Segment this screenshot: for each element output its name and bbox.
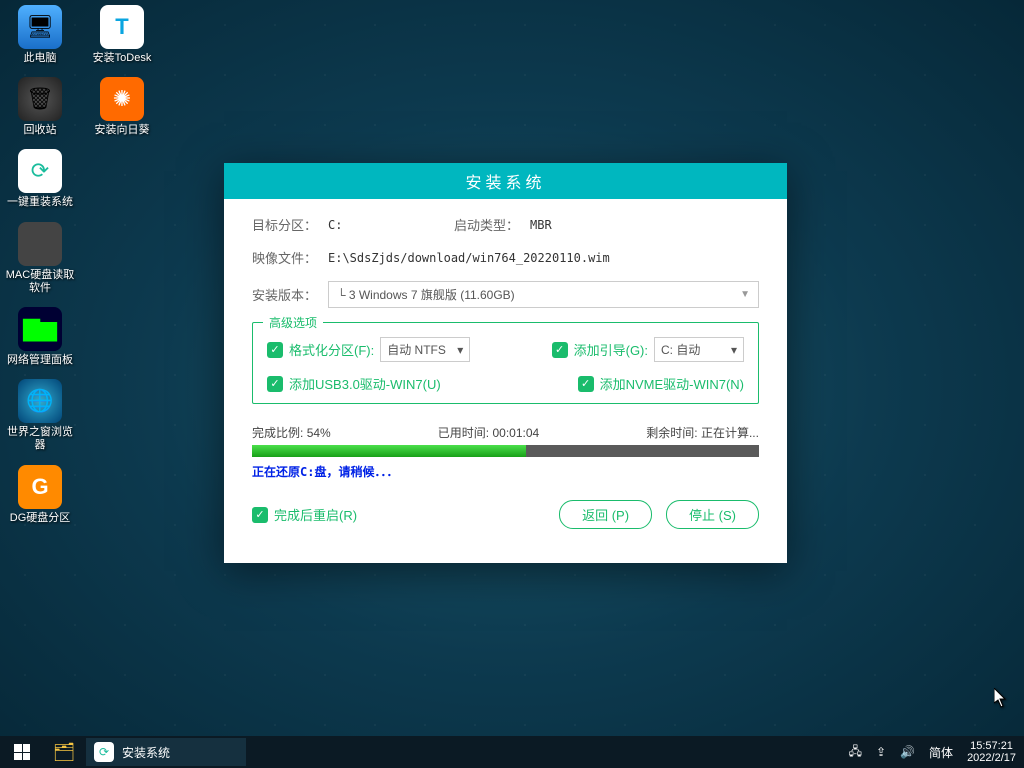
desktop-icon-mac-disk[interactable]: MAC硬盘读取软件 — [5, 222, 75, 295]
checkbox-format[interactable]: ✓ — [267, 342, 283, 358]
progress-fill — [252, 445, 526, 457]
done-cell: 完成比例: 54% — [252, 424, 331, 441]
desktop-icon-browser[interactable]: 🌐 世界之窗浏览器 — [5, 379, 75, 452]
checkbox-nvme[interactable]: ✓ — [578, 376, 594, 392]
clock-time: 15:57:21 — [967, 740, 1016, 752]
ime-indicator[interactable]: 简体 — [929, 744, 953, 761]
bootadd-value: C: 自动 — [661, 341, 700, 358]
row-image: 映像文件： E:\SdsZjds/download/win764_2022011… — [252, 248, 759, 267]
desktop: 🖥 此电脑 T 安装ToDesk 🗑 回收站 ✺ 安装向日葵 ⟳ 一键重装系统 MAC硬盘… — [0, 0, 1024, 736]
start-button[interactable] — [0, 736, 44, 768]
todesk-icon: T — [100, 5, 144, 49]
taskbar-explorer[interactable]: 🗂 — [44, 736, 84, 768]
bootadd-label: 添加引导(G): — [574, 340, 648, 359]
usb3-option: ✓ 添加USB3.0驱动-WIN7(U) — [267, 374, 441, 393]
chevron-down-icon: ▼ — [740, 289, 750, 300]
restart-label: 完成后重启(R) — [274, 505, 357, 524]
taskbar: 🗂 ⟳ 安装系统 🖧 ⇪ 🔊 简体 15:57:21 2022/2/17 — [0, 736, 1024, 768]
installer-body: 目标分区： C: 启动类型： MBR 映像文件： E:\SdsZjds/down… — [224, 199, 787, 541]
desktop-icon-todesk[interactable]: T 安装ToDesk — [87, 5, 157, 65]
value-target: C: — [328, 218, 448, 232]
format-label: 格式化分区(F): — [289, 340, 374, 359]
chevron-down-icon: ▾ — [457, 343, 463, 357]
desktop-icon-grid: 🖥 此电脑 T 安装ToDesk 🗑 回收站 ✺ 安装向日葵 ⟳ 一键重装系统 MAC硬盘… — [5, 5, 157, 525]
usb3-label: 添加USB3.0驱动-WIN7(U) — [289, 374, 441, 393]
bootadd-select[interactable]: C: 自动 ▾ — [654, 337, 744, 362]
globe-icon: 🌐 — [18, 379, 62, 423]
icon-label: 此电脑 — [24, 52, 57, 65]
adv-row-1: ✓ 格式化分区(F): 自动 NTFS ▾ ✓ 添加引导(G): C: 自动 ▾ — [267, 337, 744, 362]
row-version: 安装版本： └ 3 Windows 7 旗舰版 (11.60GB) ▼ — [252, 281, 759, 308]
icon-label: 网络管理面板 — [7, 354, 73, 367]
footer-buttons: 返回 (P) 停止 (S) — [559, 500, 759, 529]
checkbox-usb3[interactable]: ✓ — [267, 376, 283, 392]
chevron-down-icon: ▾ — [731, 343, 737, 357]
apple-icon — [18, 222, 62, 266]
installer-title: 安装系统 — [224, 163, 787, 199]
desktop-icon-this-pc[interactable]: 🖥 此电脑 — [5, 5, 75, 65]
status-row: 完成比例: 54% 已用时间: 00:01:04 剩余时间: 正在计算... — [252, 424, 759, 441]
icon-label: 回收站 — [24, 124, 57, 137]
usb-tray-icon[interactable]: ⇪ — [876, 745, 886, 759]
trash-icon: 🗑 — [18, 77, 62, 121]
network-tray-icon[interactable]: 🖧 — [849, 742, 862, 763]
icon-label: MAC硬盘读取软件 — [5, 269, 75, 295]
value-boot: MBR — [530, 218, 552, 232]
advanced-fieldset: 高级选项 ✓ 格式化分区(F): 自动 NTFS ▾ ✓ 添加引导(G): — [252, 322, 759, 404]
checkbox-restart[interactable]: ✓ — [252, 507, 268, 523]
status-message: 正在还原C:盘，请稍候．．． — [252, 463, 759, 480]
monitor-icon: 🖥 — [18, 5, 62, 49]
footer-row: ✓ 完成后重启(R) 返回 (P) 停止 (S) — [252, 500, 759, 529]
desktop-icon-network-panel[interactable]: ▇▆ 网络管理面板 — [5, 307, 75, 367]
icon-label: 安装ToDesk — [93, 52, 152, 65]
label-target: 目标分区： — [252, 215, 322, 234]
format-select[interactable]: 自动 NTFS ▾ — [380, 337, 470, 362]
sunflower-icon: ✺ — [100, 77, 144, 121]
network-icon: ▇▆ — [18, 307, 62, 351]
desktop-icon-dg[interactable]: G DG硬盘分区 — [5, 465, 75, 525]
checkbox-bootadd[interactable]: ✓ — [552, 342, 568, 358]
windows-icon — [14, 744, 30, 760]
elapsed-cell: 已用时间: 00:01:04 — [438, 424, 539, 441]
format-option: ✓ 格式化分区(F): 自动 NTFS ▾ — [267, 337, 470, 362]
value-image: E:\SdsZjds/download/win764_20220110.wim — [328, 251, 610, 265]
label-boot: 启动类型： — [454, 215, 524, 234]
icon-label: 一键重装系统 — [7, 196, 73, 209]
restart-option: ✓ 完成后重启(R) — [252, 505, 357, 524]
label-version: 安装版本： — [252, 285, 322, 304]
stop-button[interactable]: 停止 (S) — [666, 500, 759, 529]
dg-icon: G — [18, 465, 62, 509]
installer-window: 安装系统 目标分区： C: 启动类型： MBR 映像文件： E:\SdsZjds… — [224, 163, 787, 563]
desktop-icon-recycle-bin[interactable]: 🗑 回收站 — [5, 77, 75, 137]
advanced-legend: 高级选项 — [263, 314, 323, 331]
version-value: └ 3 Windows 7 旗舰版 (11.60GB) — [337, 286, 515, 303]
remain-cell: 剩余时间: 正在计算... — [646, 424, 759, 441]
back-button[interactable]: 返回 (P) — [559, 500, 652, 529]
progress-bar — [252, 445, 759, 457]
desktop-icon-reinstall[interactable]: ⟳ 一键重装系统 — [5, 149, 75, 209]
progress-area: 完成比例: 54% 已用时间: 00:01:04 剩余时间: 正在计算... 正… — [252, 424, 759, 480]
format-value: 自动 NTFS — [387, 341, 446, 358]
reinstall-icon: ⟳ — [18, 149, 62, 193]
taskbar-app-label: 安装系统 — [122, 744, 170, 761]
installer-icon: ⟳ — [94, 742, 114, 762]
version-select[interactable]: └ 3 Windows 7 旗舰版 (11.60GB) ▼ — [328, 281, 759, 308]
volume-tray-icon[interactable]: 🔊 — [900, 745, 915, 759]
desktop-icon-sunflower[interactable]: ✺ 安装向日葵 — [87, 77, 157, 137]
nvme-label: 添加NVME驱动-WIN7(N) — [600, 374, 744, 393]
taskbar-clock[interactable]: 15:57:21 2022/2/17 — [967, 740, 1016, 764]
icon-label: 安装向日葵 — [95, 124, 150, 137]
clock-date: 2022/2/17 — [967, 752, 1016, 764]
icon-label: 世界之窗浏览器 — [5, 426, 75, 452]
adv-row-2: ✓ 添加USB3.0驱动-WIN7(U) ✓ 添加NVME驱动-WIN7(N) — [267, 374, 744, 393]
row-target-boot: 目标分区： C: 启动类型： MBR — [252, 215, 759, 234]
system-tray: 🖧 ⇪ 🔊 简体 15:57:21 2022/2/17 — [849, 740, 1024, 764]
bootadd-option: ✓ 添加引导(G): C: 自动 ▾ — [552, 337, 744, 362]
taskbar-app-installer[interactable]: ⟳ 安装系统 — [86, 738, 246, 766]
nvme-option: ✓ 添加NVME驱动-WIN7(N) — [578, 374, 744, 393]
label-image: 映像文件： — [252, 248, 322, 267]
folder-icon: 🗂 — [53, 742, 76, 763]
icon-label: DG硬盘分区 — [10, 512, 71, 525]
